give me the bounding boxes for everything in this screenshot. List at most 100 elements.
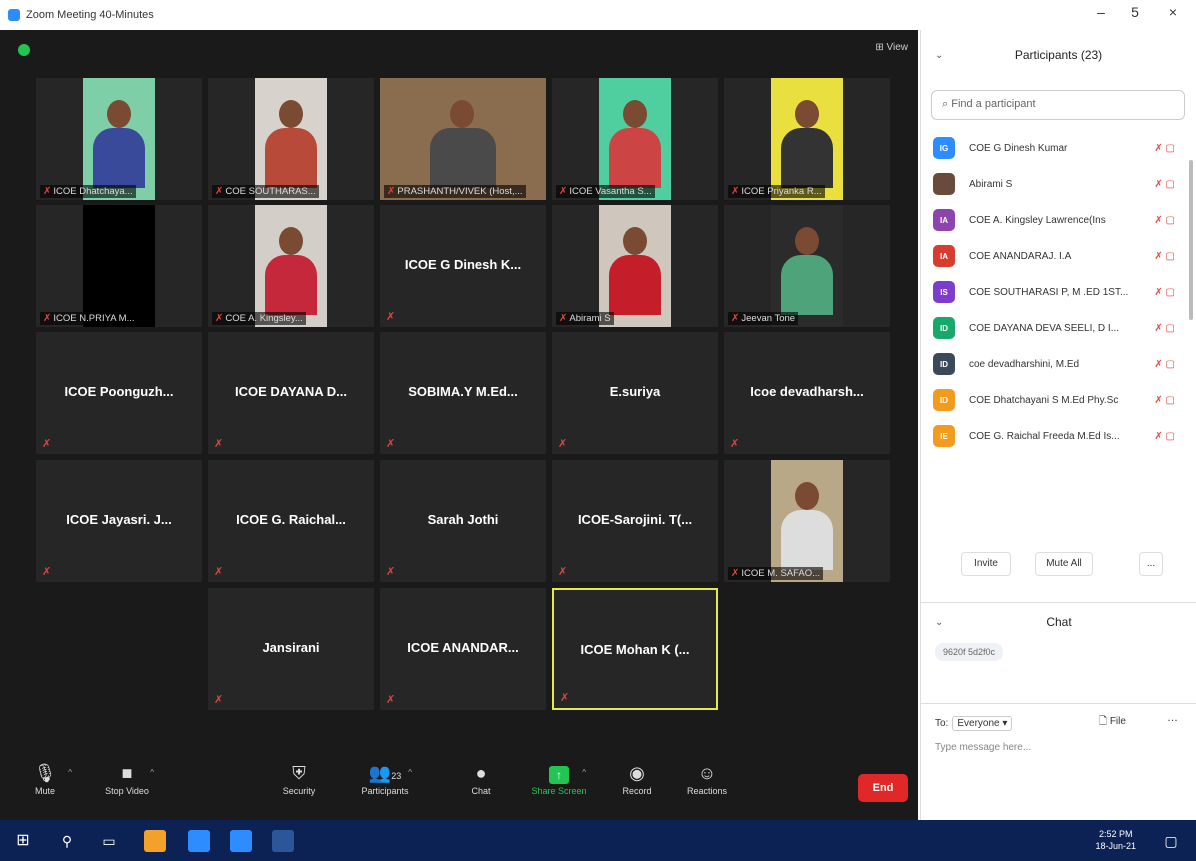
participant-video: [771, 78, 843, 200]
mute-button[interactable]: 🎙 Mute ^: [10, 760, 80, 796]
minimize-button[interactable]: –: [1086, 4, 1116, 20]
task-view-icon[interactable]: ▭: [98, 830, 120, 852]
video-tile[interactable]: ✗ ICOE M. SAFAO...: [724, 460, 890, 582]
participant-name: COE DAYANA DEVA SEELI, D I...: [969, 322, 1120, 334]
windows-start-icon[interactable]: ⊞: [12, 830, 34, 852]
muted-mic-video-off-icon[interactable]: ✗ ▢: [1154, 287, 1175, 298]
video-tile[interactable]: Jansirani ✗: [208, 588, 374, 710]
participant-row[interactable]: IA COE ANANDARAJ. I.A ✗ ▢: [921, 238, 1191, 274]
muted-mic-video-off-icon[interactable]: ✗ ▢: [1154, 395, 1175, 406]
chat-message-input[interactable]: Type message here...: [935, 742, 1031, 753]
participant-row[interactable]: IE COE G. Raichal Freeda M.Ed Is... ✗ ▢: [921, 418, 1191, 454]
participant-name-label: ✗ ICOE Vasantha S...: [556, 185, 655, 198]
muted-mic-video-off-icon[interactable]: ✗ ▢: [1154, 323, 1175, 334]
mute-all-button[interactable]: Mute All: [1035, 552, 1093, 576]
video-tile[interactable]: SOBIMA.Y M.Ed... ✗: [380, 332, 546, 454]
muted-mic-icon: ✗: [42, 566, 52, 578]
participant-row[interactable]: Abirami S ✗ ▢: [921, 166, 1191, 202]
recipient-value: Everyone: [957, 718, 1000, 729]
muted-mic-video-off-icon[interactable]: ✗ ▢: [1154, 179, 1175, 190]
mute-options-caret-icon[interactable]: ^: [68, 768, 72, 777]
shield-icon: ⛨: [292, 763, 306, 783]
video-tile[interactable]: ✗ COE A. Kingsley...: [208, 205, 374, 327]
end-meeting-button[interactable]: End: [858, 774, 908, 802]
participant-row[interactable]: ID COE Dhatchayani S M.Ed Phy.Sc ✗ ▢: [921, 382, 1191, 418]
chrome-app-icon[interactable]: [144, 830, 166, 852]
invite-button[interactable]: Invite: [961, 552, 1011, 576]
video-tile[interactable]: Sarah Jothi ✗: [380, 460, 546, 582]
video-tile[interactable]: ICOE DAYANA D... ✗: [208, 332, 374, 454]
video-tile[interactable]: ICOE Poonguzh... ✗: [36, 332, 202, 454]
to-label: To:: [935, 718, 949, 729]
video-tile[interactable]: ICOE Jayasri. J... ✗: [36, 460, 202, 582]
zoom-logo-icon: [8, 9, 20, 21]
file-button[interactable]: 🗋 File: [1099, 714, 1126, 731]
participant-row[interactable]: ID coe devadharshini, M.Ed ✗ ▢: [921, 346, 1191, 382]
participants-button[interactable]: 👥23 Participants ^: [350, 760, 420, 796]
participant-name-label: ✗ ICOE N.PRIYA M...: [40, 312, 138, 325]
title-bar: Zoom Meeting 40-Minutes – 5 ×: [0, 0, 1196, 30]
reactions-button[interactable]: ☺ Reactions: [672, 760, 742, 796]
recipient-dropdown[interactable]: Everyone ▾: [952, 716, 1013, 731]
video-tile[interactable]: ICOE G Dinesh K... ✗: [380, 205, 546, 327]
muted-mic-icon: ✗: [42, 438, 52, 450]
more-options-button[interactable]: ...: [1139, 552, 1163, 576]
video-tile[interactable]: ✗ Jeevan Tone: [724, 205, 890, 327]
video-label: Stop Video: [105, 786, 149, 796]
participant-name: Jansirani: [262, 640, 320, 655]
share-label: Share Screen: [531, 786, 587, 796]
tile-name: ICOE M. SAFAO...: [741, 568, 821, 579]
video-tile[interactable]: ICOE-Sarojini. T(... ✗: [552, 460, 718, 582]
video-options-caret-icon[interactable]: ^: [150, 768, 154, 777]
zoom-app-icon[interactable]: [230, 830, 252, 852]
notifications-icon[interactable]: ▢: [1160, 830, 1182, 852]
participant-list-scrollbar[interactable]: [1189, 160, 1193, 320]
share-caret-icon[interactable]: ^: [582, 768, 586, 777]
video-tile[interactable]: ICOE G. Raichal... ✗: [208, 460, 374, 582]
muted-mic-video-off-icon[interactable]: ✗ ▢: [1154, 431, 1175, 442]
chat-button[interactable]: ● Chat: [446, 760, 516, 796]
video-tile[interactable]: ✗ PRASHANTH/VIVEK (Host,...: [380, 78, 546, 200]
participant-row[interactable]: IA COE A. Kingsley Lawrence(Ins ✗ ▢: [921, 202, 1191, 238]
word-app-icon[interactable]: [272, 830, 294, 852]
video-tile[interactable]: ✗ ICOE N.PRIYA M...: [36, 205, 202, 327]
search-icon[interactable]: ⚲: [56, 830, 78, 852]
participant-search-input[interactable]: ⌕ Find a participant: [931, 90, 1185, 120]
encryption-shield-icon[interactable]: [18, 44, 30, 56]
tile-name: ICOE Priyanka R...: [741, 186, 822, 197]
participants-caret-icon[interactable]: ^: [408, 768, 412, 777]
stop-video-button[interactable]: ■ Stop Video ^: [92, 760, 162, 796]
muted-mic-video-off-icon[interactable]: ✗ ▢: [1154, 251, 1175, 262]
record-button[interactable]: ◉ Record: [602, 760, 672, 796]
muted-mic-icon: ✗: [214, 566, 224, 578]
maximize-button[interactable]: 5: [1120, 4, 1150, 20]
zoom-window: Zoom Meeting 40-Minutes – 5 × ⊞ View ✗ IC…: [0, 0, 1196, 820]
taskbar-clock[interactable]: 2:52 PM 18-Jun-21: [1095, 828, 1136, 852]
muted-mic-icon: ✗: [43, 313, 52, 324]
participant-video: [83, 205, 155, 327]
security-button[interactable]: ⛨ Security: [264, 760, 334, 796]
video-tile[interactable]: ICOE Mohan K (... ✗: [552, 588, 718, 710]
search-placeholder: Find a participant: [951, 98, 1036, 110]
video-tile[interactable]: ✗ COE SOUTHARAS...: [208, 78, 374, 200]
muted-mic-video-off-icon[interactable]: ✗ ▢: [1154, 143, 1175, 154]
video-tile[interactable]: Icoe devadharsh... ✗: [724, 332, 890, 454]
video-tile[interactable]: ✗ ICOE Dhatchaya...: [36, 78, 202, 200]
video-tile[interactable]: ✗ Abirami S: [552, 205, 718, 327]
file-explorer-icon[interactable]: [188, 830, 210, 852]
participant-name-label: ✗ ICOE Priyanka R...: [728, 185, 825, 198]
meeting-area: ⊞ View ✗ ICOE Dhatchaya... ✗ COE SOUTHARAS.…: [0, 30, 918, 820]
view-button[interactable]: ⊞ View: [875, 42, 908, 53]
participant-row[interactable]: IG COE G Dinesh Kumar ✗ ▢: [921, 130, 1191, 166]
video-tile[interactable]: ✗ ICOE Vasantha S...: [552, 78, 718, 200]
participant-row[interactable]: IS COE SOUTHARASI P, M .ED 1ST... ✗ ▢: [921, 274, 1191, 310]
video-tile[interactable]: ICOE ANANDAR... ✗: [380, 588, 546, 710]
video-tile[interactable]: ✗ ICOE Priyanka R...: [724, 78, 890, 200]
close-button[interactable]: ×: [1158, 4, 1188, 20]
muted-mic-video-off-icon[interactable]: ✗ ▢: [1154, 215, 1175, 226]
muted-mic-video-off-icon[interactable]: ✗ ▢: [1154, 359, 1175, 370]
chat-more-icon[interactable]: …: [1167, 712, 1178, 724]
video-tile[interactable]: E.suriya ✗: [552, 332, 718, 454]
participant-row[interactable]: ID COE DAYANA DEVA SEELI, D I... ✗ ▢: [921, 310, 1191, 346]
share-screen-button[interactable]: ↑ Share Screen ^: [524, 760, 594, 796]
